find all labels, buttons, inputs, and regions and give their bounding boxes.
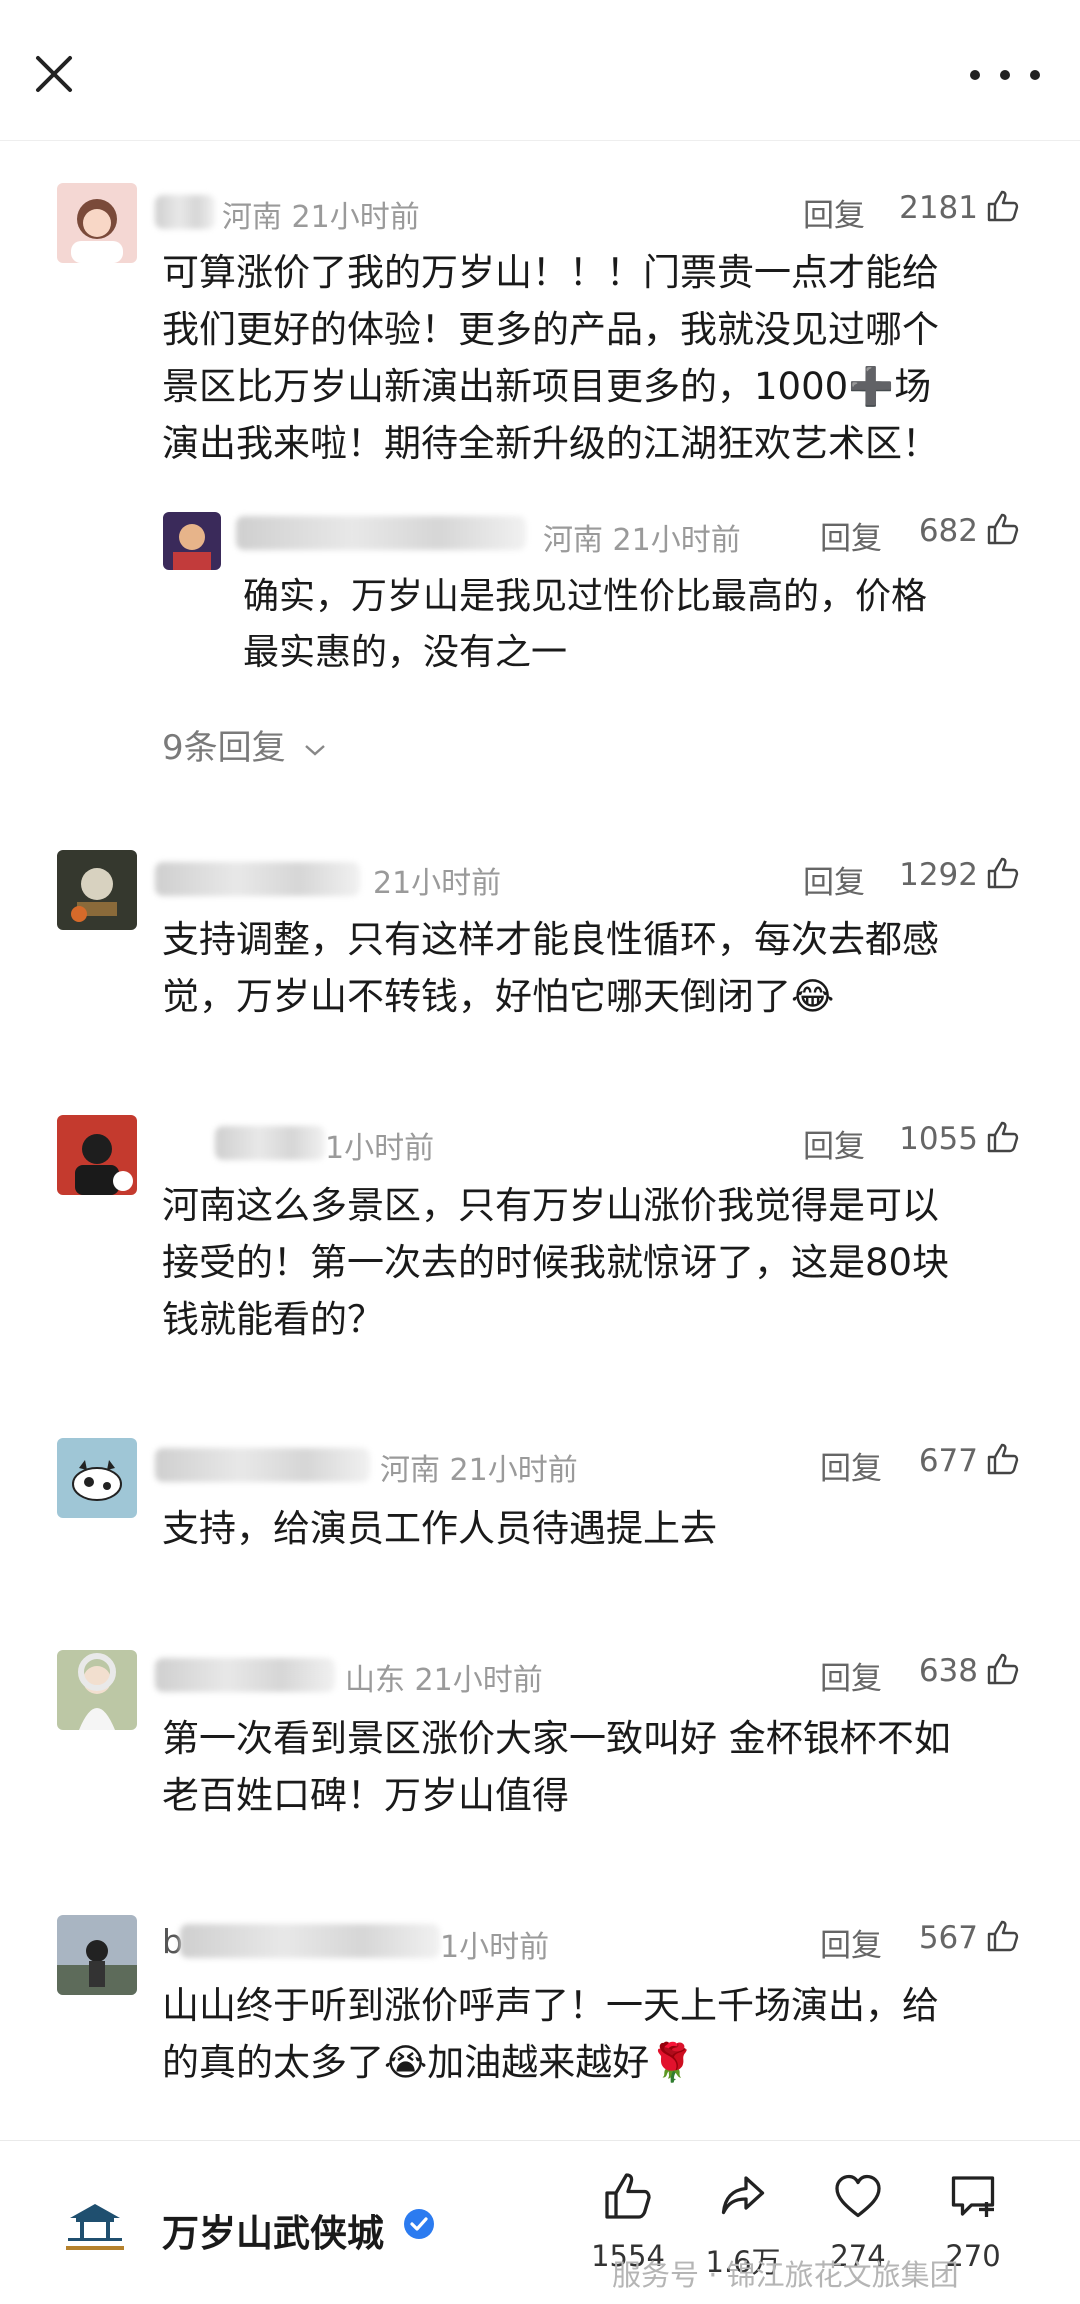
username-blurred[interactable] [155, 1448, 370, 1482]
more-options-button[interactable] [960, 55, 1050, 95]
avatar[interactable] [57, 850, 137, 930]
comment-meta: 21小时前 [373, 866, 502, 901]
thumbs-up-icon [605, 2173, 651, 2219]
thumbs-up-icon[interactable] [985, 1651, 1021, 1687]
thumbs-up-icon[interactable] [985, 1119, 1021, 1155]
reply-meta: 河南 21小时前 [543, 523, 741, 558]
avatar[interactable] [57, 1650, 137, 1730]
thumbs-up-icon[interactable] [985, 1441, 1021, 1477]
like-count: 682 [918, 513, 978, 549]
reply-text: 确实，万岁山是我见过性价比最高的，价格 最实惠的，没有之一 [243, 576, 928, 673]
thumbs-up-icon[interactable] [985, 188, 1021, 224]
comment-text: 可算涨价了我的万岁山！！！门票贵一点才能给 我们更好的体验！更多的产品，我就没见… [162, 251, 939, 465]
comment-text: 支持，给演员工作人员待遇提上去 [162, 1507, 717, 1550]
like-count: 567 [918, 1920, 978, 1956]
avatar[interactable] [57, 1438, 137, 1518]
close-button[interactable] [30, 50, 78, 98]
username-blurred[interactable] [180, 1924, 440, 1958]
comment-text: 山山终于听到涨价呼声了！一天上千场演出，给 的真的太多了😭加油越来越好🌹 [162, 1984, 939, 2084]
heart-icon [835, 2174, 881, 2218]
username-blurred[interactable] [155, 862, 360, 896]
comment-add-icon [951, 2176, 995, 2217]
like-count: 677 [918, 1443, 978, 1479]
chevron-down-icon [305, 744, 326, 756]
like-count: 2181 [899, 190, 978, 226]
comment-meta: 河南 21小时前 [380, 1453, 578, 1488]
like-count: 638 [918, 1653, 978, 1689]
brand-logo-icon[interactable] [60, 2196, 130, 2256]
comment-meta: 河南 21小时前 [222, 200, 420, 235]
username-blurred[interactable] [215, 1126, 325, 1160]
reply-button[interactable]: 回复 [803, 857, 865, 902]
verified-badge-icon [404, 2209, 434, 2239]
comment-meta: 山东 21小时前 [345, 1663, 543, 1698]
top-bar [0, 0, 1080, 141]
reply-button[interactable]: 回复 [803, 190, 865, 235]
comment-meta: 1小时前 [440, 1930, 550, 1965]
comment-meta: 1小时前 [325, 1131, 435, 1166]
reply-avatar[interactable] [163, 512, 221, 570]
close-icon [36, 56, 72, 92]
thumbs-up-icon[interactable] [985, 855, 1021, 891]
account-name[interactable]: 万岁山武侠城 [162, 2203, 384, 2257]
like-count: 1055 [899, 1121, 978, 1157]
reply-username-blurred[interactable] [236, 516, 526, 550]
thumbs-up-icon[interactable] [985, 1918, 1021, 1954]
avatar[interactable] [57, 183, 137, 263]
comment-text: 支持调整，只有这样才能良性循环，每次去都感 觉，万岁山不转钱，好怕它哪天倒闭了😂 [162, 918, 939, 1018]
watermark: 服务号 · 锦江旅花文旅集团 [612, 2258, 959, 2292]
thumbs-up-icon[interactable] [985, 511, 1021, 547]
avatar[interactable] [57, 1915, 137, 1995]
comment-text: 河南这么多景区，只有万岁山涨价我觉得是可以 接受的！第一次去的时候我就惊讶了，这… [162, 1184, 950, 1341]
view-more-replies-button[interactable]: 9条回复 [162, 720, 328, 769]
share-icon [721, 2176, 765, 2215]
like-count: 1292 [899, 857, 978, 893]
reply-button[interactable]: 回复 [803, 1121, 865, 1166]
avatar[interactable] [57, 1115, 137, 1195]
comment-text: 第一次看到景区涨价大家一致叫好 金杯银杯不如 老百姓口碑！万岁山值得 [162, 1717, 951, 1817]
username-blurred[interactable] [155, 195, 215, 229]
username-blurred[interactable] [155, 1658, 335, 1692]
more-icon [970, 70, 1040, 80]
